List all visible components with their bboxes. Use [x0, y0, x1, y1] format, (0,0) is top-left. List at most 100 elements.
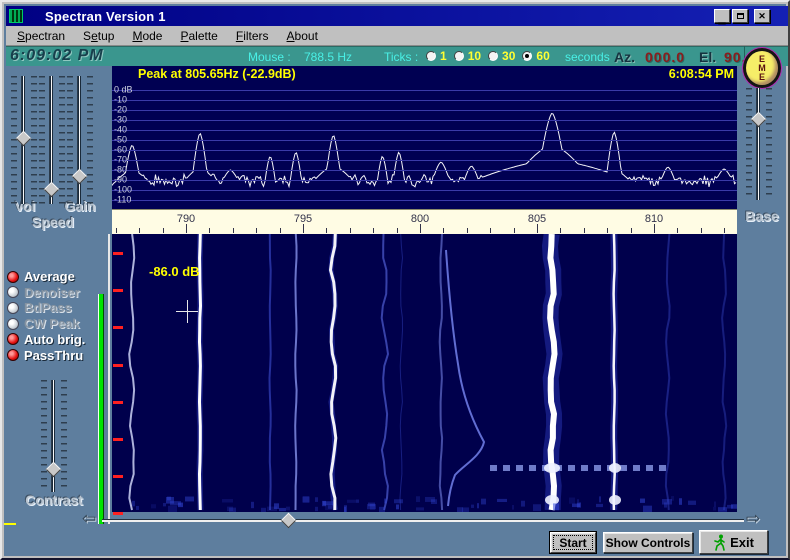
contrast-slider-ticks: [61, 380, 67, 492]
freq-tick: [115, 228, 117, 233]
vol-slider-thumb[interactable]: [15, 130, 32, 146]
app-icon[interactable]: [9, 9, 23, 23]
menu-item-spectran[interactable]: Spectran: [10, 27, 72, 45]
close-button[interactable]: ✕: [754, 9, 770, 23]
db-gridline: [112, 180, 737, 181]
freq-tick: [279, 228, 281, 233]
title-bar[interactable]: Spectran Version 1: [6, 6, 788, 26]
tick-radio-label-60: 60: [536, 49, 550, 63]
menu-item-mode[interactable]: Mode: [125, 27, 169, 45]
toggle-label: BdPass: [24, 300, 72, 316]
db-gridline: [112, 100, 737, 101]
db-tick-label: -80: [114, 164, 128, 175]
elevation-label: El.: [699, 49, 717, 65]
freq-tick-label: 805: [527, 213, 547, 225]
toggle-denoiser[interactable]: Denoiser: [7, 285, 80, 300]
scroll-left-icon[interactable]: ⇦: [82, 509, 96, 529]
db-gridline: [112, 140, 737, 141]
tick-radio-30[interactable]: [488, 51, 499, 61]
vol-slider-ticks: [11, 76, 17, 204]
db-gridline: [112, 170, 737, 171]
freq-tick: [700, 228, 702, 233]
start-button[interactable]: Start: [550, 532, 596, 553]
speed-slider-thumb[interactable]: [43, 181, 60, 198]
freq-tick: [654, 224, 655, 233]
tick-radio-60[interactable]: [522, 51, 533, 61]
frequency-scrollbar[interactable]: [102, 519, 744, 522]
db-gridline: [112, 160, 737, 161]
time-tick-60s: [113, 438, 123, 441]
freq-tick: [396, 228, 398, 233]
scroll-right-icon[interactable]: ⇨: [746, 509, 760, 529]
gain-slider-thumb[interactable]: [71, 168, 88, 185]
time-tick-60s: [113, 363, 123, 367]
menu-item-setup[interactable]: Setup: [76, 27, 121, 45]
toggle-passthru[interactable]: PassThru: [7, 348, 83, 363]
running-man-icon: [714, 534, 725, 551]
toggle-label: PassThru: [24, 347, 84, 363]
vol-slider-ticks: [31, 76, 37, 204]
db-tick-label: -110: [114, 194, 132, 205]
db-tick-label: 0 dB: [114, 84, 133, 95]
azimuth-value: 000.0: [645, 49, 686, 65]
toggle-average[interactable]: Average: [7, 269, 75, 284]
tick-radio-label-1: 1: [440, 49, 447, 63]
toggle-cwpeak[interactable]: CW Peak: [7, 316, 80, 331]
db-gridline: [112, 190, 737, 191]
scrollbar-thumb[interactable]: [280, 512, 297, 529]
freq-tick-label: 795: [293, 213, 313, 225]
exit-button[interactable]: Exit: [699, 530, 768, 554]
freq-tick: [162, 228, 164, 233]
base-slider-thumb[interactable]: [750, 112, 767, 128]
base-slider-ticks: [746, 88, 752, 200]
restore-button[interactable]: [732, 9, 748, 23]
freq-tick: [186, 224, 187, 233]
base-slider[interactable]: [757, 88, 760, 200]
freq-tick: [139, 228, 141, 233]
time-tick-60s: [113, 252, 123, 255]
menu-item-palette[interactable]: Palette: [173, 27, 224, 45]
db-gridline: [112, 150, 737, 151]
mouse-freq-label: Mouse :: [248, 50, 291, 64]
contrast-slider-thumb[interactable]: [45, 461, 62, 477]
gain-slider-ticks: [67, 76, 73, 204]
focus-rect: [553, 535, 593, 550]
menu-item-about[interactable]: About: [280, 27, 325, 45]
seconds-label: seconds: [565, 50, 610, 64]
base-label: Base: [745, 208, 779, 224]
freq-tick: [420, 224, 421, 233]
gain-slider[interactable]: [78, 76, 81, 204]
yellow-marker: [4, 523, 16, 525]
waterfall-display[interactable]: -86.0 dB: [112, 234, 737, 512]
spectrum-trace: [112, 113, 737, 189]
freq-tick: [373, 228, 375, 233]
progress-green-bar: [98, 294, 104, 524]
freq-tick: [560, 228, 562, 233]
toggle-bdpass[interactable]: BdPass: [7, 300, 72, 315]
tick-radio-label-30: 30: [502, 49, 516, 63]
ticks-label: Ticks :: [384, 50, 419, 64]
toggle-label: Average: [24, 269, 75, 284]
led-indicator-icon: [7, 270, 19, 283]
toggle-autobrig[interactable]: Auto brig.: [7, 332, 85, 347]
freq-tick: [607, 228, 609, 233]
minimize-button[interactable]: ▁: [714, 9, 730, 24]
freq-tick: [349, 228, 351, 233]
speed-label: Speed: [31, 214, 74, 230]
tick-radio-1[interactable]: [426, 51, 436, 61]
led-indicator-icon: [7, 286, 19, 299]
restore-icon: [736, 13, 744, 19]
db-tick-label: -70: [114, 154, 128, 165]
menu-item-filters[interactable]: Filters: [229, 27, 276, 45]
freq-tick: [583, 228, 585, 233]
time-tick-60s: [113, 289, 123, 293]
db-gridline: [112, 130, 737, 131]
db-tick-label: -10: [114, 94, 128, 105]
show-controls-button[interactable]: Show Controls: [603, 532, 693, 553]
db-tick-label: -40: [114, 124, 128, 135]
spectrum-plot[interactable]: Peak at 805.65Hz (-22.9dB) 6:08:54 PM 0 …: [112, 66, 737, 209]
freq-tick: [443, 228, 445, 233]
gain-slider-ticks: [87, 76, 93, 204]
menu-bar: Spectran Setup Mode Palette Filters About: [6, 26, 788, 46]
tick-radio-10[interactable]: [453, 51, 464, 61]
